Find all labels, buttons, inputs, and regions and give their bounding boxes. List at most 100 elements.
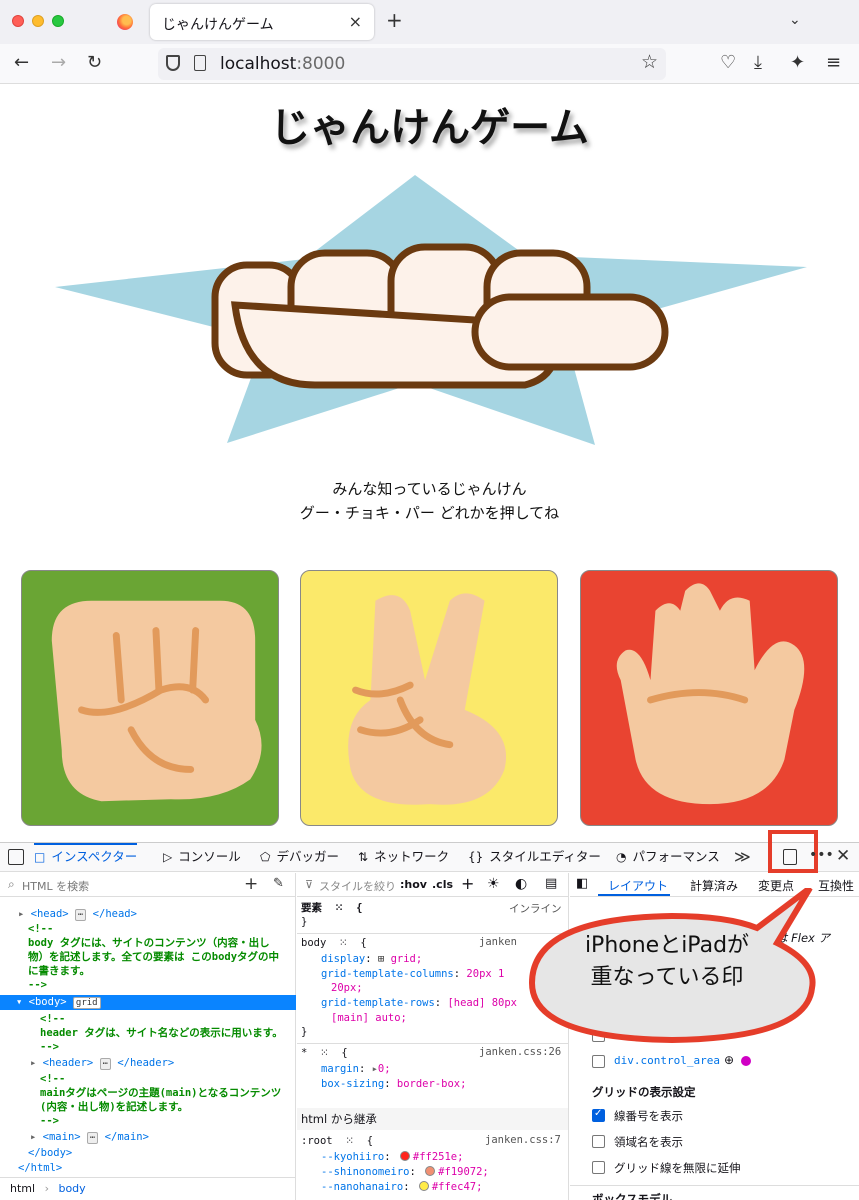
comment-open: <!-- xyxy=(40,1073,66,1085)
tree-row-comment[interactable]: header タグは、サイト名などの表示に用います。 xyxy=(0,1026,296,1041)
scissors-choki-button[interactable] xyxy=(300,570,558,826)
tab-debugger[interactable]: ⬠ デバッガー xyxy=(260,843,339,871)
page-info-icon[interactable] xyxy=(194,55,206,71)
ellipsis-badge[interactable]: ⋯ xyxy=(99,1058,111,1070)
add-node-icon[interactable]: + xyxy=(244,874,258,894)
tab-network[interactable]: ⇅ ネットワーク xyxy=(358,843,449,871)
tree-row-html-close[interactable]: </html> xyxy=(0,1161,296,1176)
network-icon: ⇅ xyxy=(358,850,369,864)
more-tabs-icon[interactable]: ≫ xyxy=(734,847,751,866)
css-variable[interactable]: --kyohiiro: #ff251e; xyxy=(321,1150,463,1165)
var-value: #f19072; xyxy=(438,1166,489,1178)
tree-row-comment[interactable]: (内容・出し物)を記述します。 xyxy=(0,1100,296,1115)
minimize-window-button[interactable] xyxy=(32,15,44,27)
tree-row-body-close[interactable]: </body> xyxy=(0,1146,296,1161)
css-declaration-cont[interactable]: [main] auto; xyxy=(331,1011,407,1026)
tree-row-header[interactable]: ▸ <header> ⋯ </header> xyxy=(0,1056,296,1071)
show-area-names-checkbox[interactable] xyxy=(592,1135,605,1148)
tree-row-comment[interactable]: に書きます。 xyxy=(0,964,296,979)
download-icon[interactable]: ⤓ xyxy=(754,52,762,74)
grid-badge[interactable]: grid xyxy=(72,997,101,1009)
devtools-options-icon[interactable]: ••• xyxy=(809,847,834,863)
ellipsis-badge[interactable]: ⋯ xyxy=(86,1132,99,1144)
css-variable[interactable]: --shinonomeiro: #f19072; xyxy=(321,1165,489,1180)
css-variable[interactable]: --nanohanairo: #ffec47; xyxy=(321,1180,482,1195)
paper-pa-button[interactable] xyxy=(580,570,838,826)
css-declaration[interactable]: display: ⊞ grid; xyxy=(321,952,422,967)
color-swatch-icon[interactable] xyxy=(418,1181,429,1191)
tree-row-comment[interactable]: --> xyxy=(0,1114,296,1129)
tree-row-comment[interactable]: mainタグはページの主題(main)となるコンテンツ xyxy=(0,1086,296,1101)
forward-button[interactable]: → xyxy=(51,52,66,74)
firefox-icon[interactable] xyxy=(117,14,133,30)
main-open-tag: <main> xyxy=(42,1131,81,1143)
tracking-shield-icon[interactable] xyxy=(166,55,180,71)
grid-color-swatch-icon[interactable] xyxy=(741,1056,751,1066)
grid-overlay-checkbox[interactable] xyxy=(592,1055,605,1068)
css-declaration[interactable]: box-sizing: border-box; xyxy=(321,1077,466,1092)
menu-icon[interactable]: ≡ xyxy=(826,52,841,74)
extend-lines-checkbox[interactable] xyxy=(592,1161,605,1174)
root-rule-source[interactable]: janken.css:7 xyxy=(485,1134,561,1146)
reload-button[interactable]: ↻ xyxy=(87,52,102,74)
color-swatch-icon[interactable] xyxy=(399,1151,410,1161)
html-search-input[interactable]: HTML を検索 xyxy=(22,878,89,894)
tree-row-main[interactable]: ▸ <main> ⋯ </main> xyxy=(0,1130,296,1145)
tab-console[interactable]: ▷ コンソール xyxy=(163,843,241,871)
tree-row-comment[interactable]: --> xyxy=(0,978,296,993)
close-window-button[interactable] xyxy=(12,15,24,27)
tab-close-icon[interactable]: × xyxy=(349,12,362,31)
intro-line-2: グー・チョキ・パー どれかを押してね xyxy=(299,504,560,522)
tree-row-comment[interactable]: <!-- xyxy=(0,1012,296,1027)
tree-row-comment[interactable]: --> xyxy=(0,1040,296,1055)
hero-fist-star-image xyxy=(55,175,807,445)
ellipsis-badge[interactable]: ⋯ xyxy=(74,909,87,921)
tree-row-comment[interactable]: <!-- xyxy=(0,1072,296,1087)
url-bar[interactable]: localhost:8000 ☆ xyxy=(158,48,666,80)
devtools-toolbar: □ インスペクター ▷ コンソール ⬠ デバッガー ⇅ ネットワーク {} スタイルエディ… xyxy=(0,830,859,873)
grid-item-control-area[interactable]: div.control_area xyxy=(614,1054,720,1067)
responsive-design-mode-icon[interactable] xyxy=(783,849,797,865)
eyedropper-icon[interactable]: ✎ xyxy=(273,876,284,891)
tab-list-chevron-icon[interactable]: ⌄ xyxy=(789,12,801,28)
cls-button[interactable]: .cls xyxy=(432,878,453,891)
back-button[interactable]: ← xyxy=(14,52,29,74)
url-host: localhost xyxy=(220,54,297,74)
tab-style-editor[interactable]: {} スタイルエディター xyxy=(468,843,601,871)
filter-styles-input[interactable]: スタイルを絞り xyxy=(319,878,396,894)
hov-button[interactable]: :hov xyxy=(400,878,427,891)
zoom-window-button[interactable] xyxy=(52,15,64,27)
element-picker-icon[interactable] xyxy=(8,849,24,865)
url-text[interactable]: localhost:8000 xyxy=(220,54,345,74)
tree-row-comment[interactable]: 物）を記述します。全ての要素は このbodyタグの中 xyxy=(0,950,296,965)
highlight-node-icon[interactable]: ⊕ xyxy=(724,1053,734,1067)
tree-row-comment[interactable]: <!-- xyxy=(0,922,296,937)
header-comment-line: header タグは、サイト名などの表示に用います。 xyxy=(40,1027,283,1039)
breadcrumb-body[interactable]: body xyxy=(58,1182,85,1195)
prop-name: display xyxy=(321,953,366,965)
devtools-close-icon[interactable]: ✕ xyxy=(836,846,850,866)
extensions-icon[interactable]: ✦ xyxy=(790,52,805,74)
pocket-icon[interactable]: ♡ xyxy=(720,52,736,74)
css-declaration[interactable]: grid-template-rows: [head] 80px xyxy=(321,996,517,1011)
tree-row-comment[interactable]: body タグには、サイトのコンテンツ（内容・出し xyxy=(0,936,296,951)
color-swatch-icon[interactable] xyxy=(425,1166,436,1176)
new-tab-button[interactable]: + xyxy=(386,8,403,32)
tab-inspector[interactable]: □ インスペクター xyxy=(34,843,138,871)
var-value: #ff251e; xyxy=(412,1151,464,1163)
page-title: じゃんけんゲーム xyxy=(270,105,589,151)
tab-performance[interactable]: ◔ パフォーマンス xyxy=(616,843,720,871)
css-declaration[interactable]: grid-template-columns: 20px 1 xyxy=(321,967,504,982)
bookmark-star-icon[interactable]: ☆ xyxy=(641,51,658,73)
add-rule-icon[interactable]: + xyxy=(461,874,474,893)
tree-row-head[interactable]: ▸ <head> ⋯ </head> xyxy=(0,907,296,922)
show-line-numbers-checkbox[interactable] xyxy=(592,1108,605,1122)
browser-tab[interactable]: じゃんけんゲーム × xyxy=(150,4,374,40)
html-search[interactable]: ⌕ HTML を検索 + ✎ xyxy=(0,873,296,897)
tree-row-body-selected[interactable]: ▾ <body> grid xyxy=(0,995,296,1010)
css-declaration-cont[interactable]: 20px; xyxy=(331,981,363,996)
css-declaration[interactable]: margin: ▸0; xyxy=(321,1062,391,1077)
rock-gu-button[interactable] xyxy=(21,570,279,826)
light-mode-icon[interactable]: ☀ xyxy=(487,876,500,892)
breadcrumb-html[interactable]: html xyxy=(10,1182,35,1195)
